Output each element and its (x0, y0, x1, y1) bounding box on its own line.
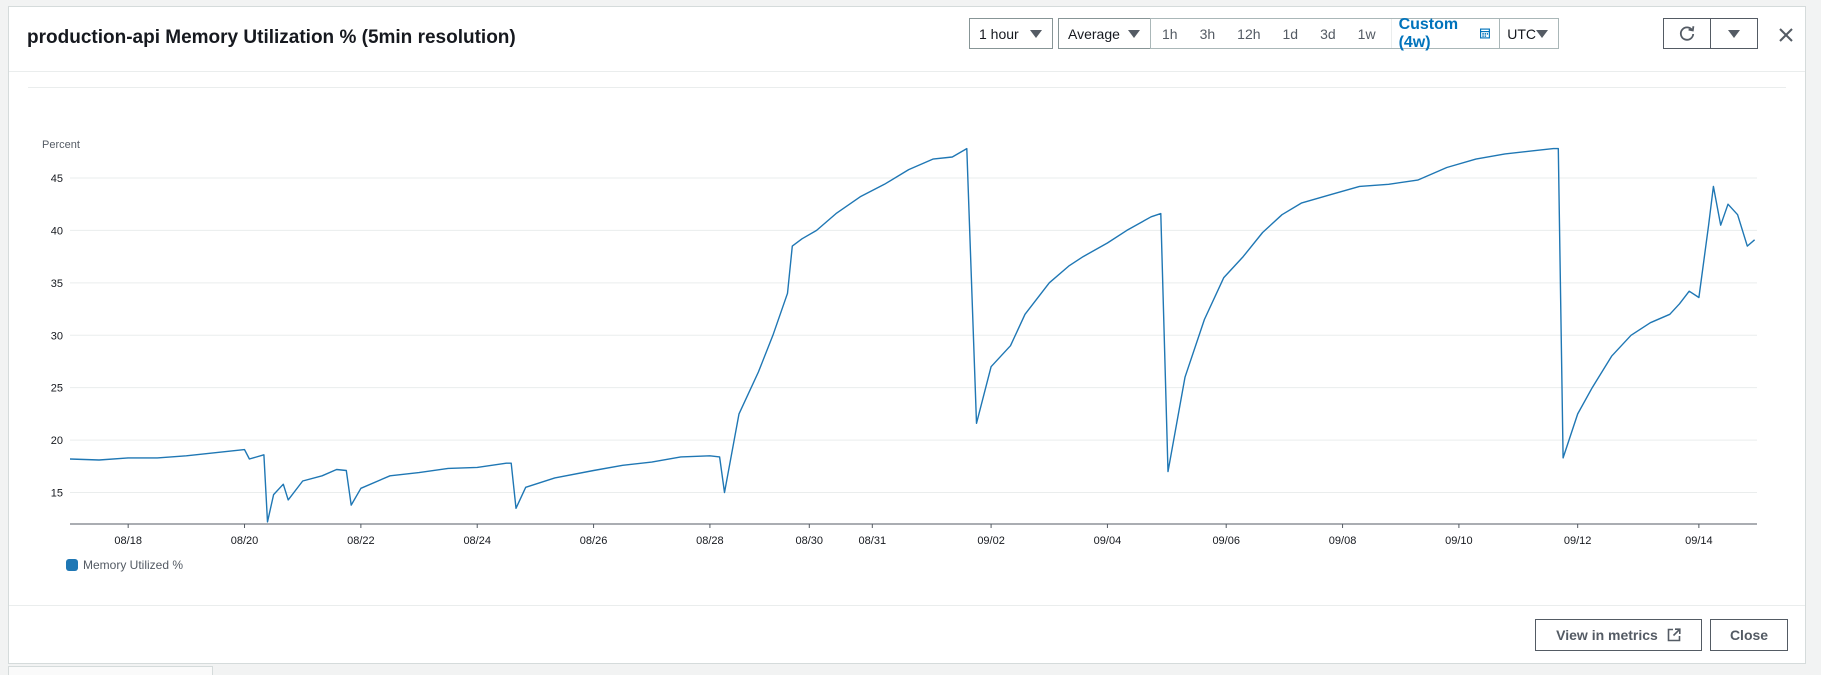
y-tick-label: 20 (51, 435, 63, 447)
x-tick-label: 09/08 (1329, 535, 1357, 547)
y-tick-label: 30 (51, 330, 63, 342)
x-tick-label: 08/18 (114, 535, 142, 547)
x-tick-label: 08/22 (347, 535, 375, 547)
background-panel-edge (8, 666, 213, 675)
x-tick-label: 08/26 (580, 535, 608, 547)
close-button[interactable]: Close (1710, 619, 1788, 651)
close-button-label: Close (1729, 627, 1769, 643)
x-tick-label: 08/31 (859, 535, 887, 547)
x-tick-label: 09/06 (1212, 535, 1240, 547)
legend-swatch (66, 559, 78, 571)
y-tick-label: 45 (51, 173, 63, 185)
x-tick-label: 08/24 (463, 535, 491, 547)
chart-legend[interactable]: Memory Utilized % (66, 558, 183, 572)
y-tick-label: 25 (51, 383, 63, 395)
metric-detail-modal: production-api Memory Utilization % (5mi… (8, 6, 1806, 664)
x-tick-label: 09/12 (1564, 535, 1592, 547)
view-in-metrics-button[interactable]: View in metrics (1535, 619, 1702, 651)
x-tick-label: 08/30 (796, 535, 824, 547)
view-in-metrics-label: View in metrics (1556, 627, 1658, 643)
x-tick-label: 09/10 (1445, 535, 1473, 547)
legend-label: Memory Utilized % (83, 558, 184, 572)
external-link-icon (1667, 628, 1681, 642)
memory-utilization-chart: Percent 15 20 25 30 35 40 45 08/18 08/20 08/22 08/2… (42, 139, 1757, 547)
x-tick-label: 08/20 (231, 535, 259, 547)
x-tick-label: 09/14 (1685, 535, 1713, 547)
x-tick-label: 09/04 (1094, 535, 1122, 547)
x-tick-label: 09/02 (977, 535, 1005, 547)
y-tick-label: 35 (51, 278, 63, 290)
footer-divider (9, 605, 1805, 606)
y-tick-label: 15 (51, 488, 63, 500)
y-axis-label: Percent (42, 139, 80, 151)
y-tick-label: 40 (51, 225, 63, 237)
x-tick-label: 08/28 (696, 535, 724, 547)
